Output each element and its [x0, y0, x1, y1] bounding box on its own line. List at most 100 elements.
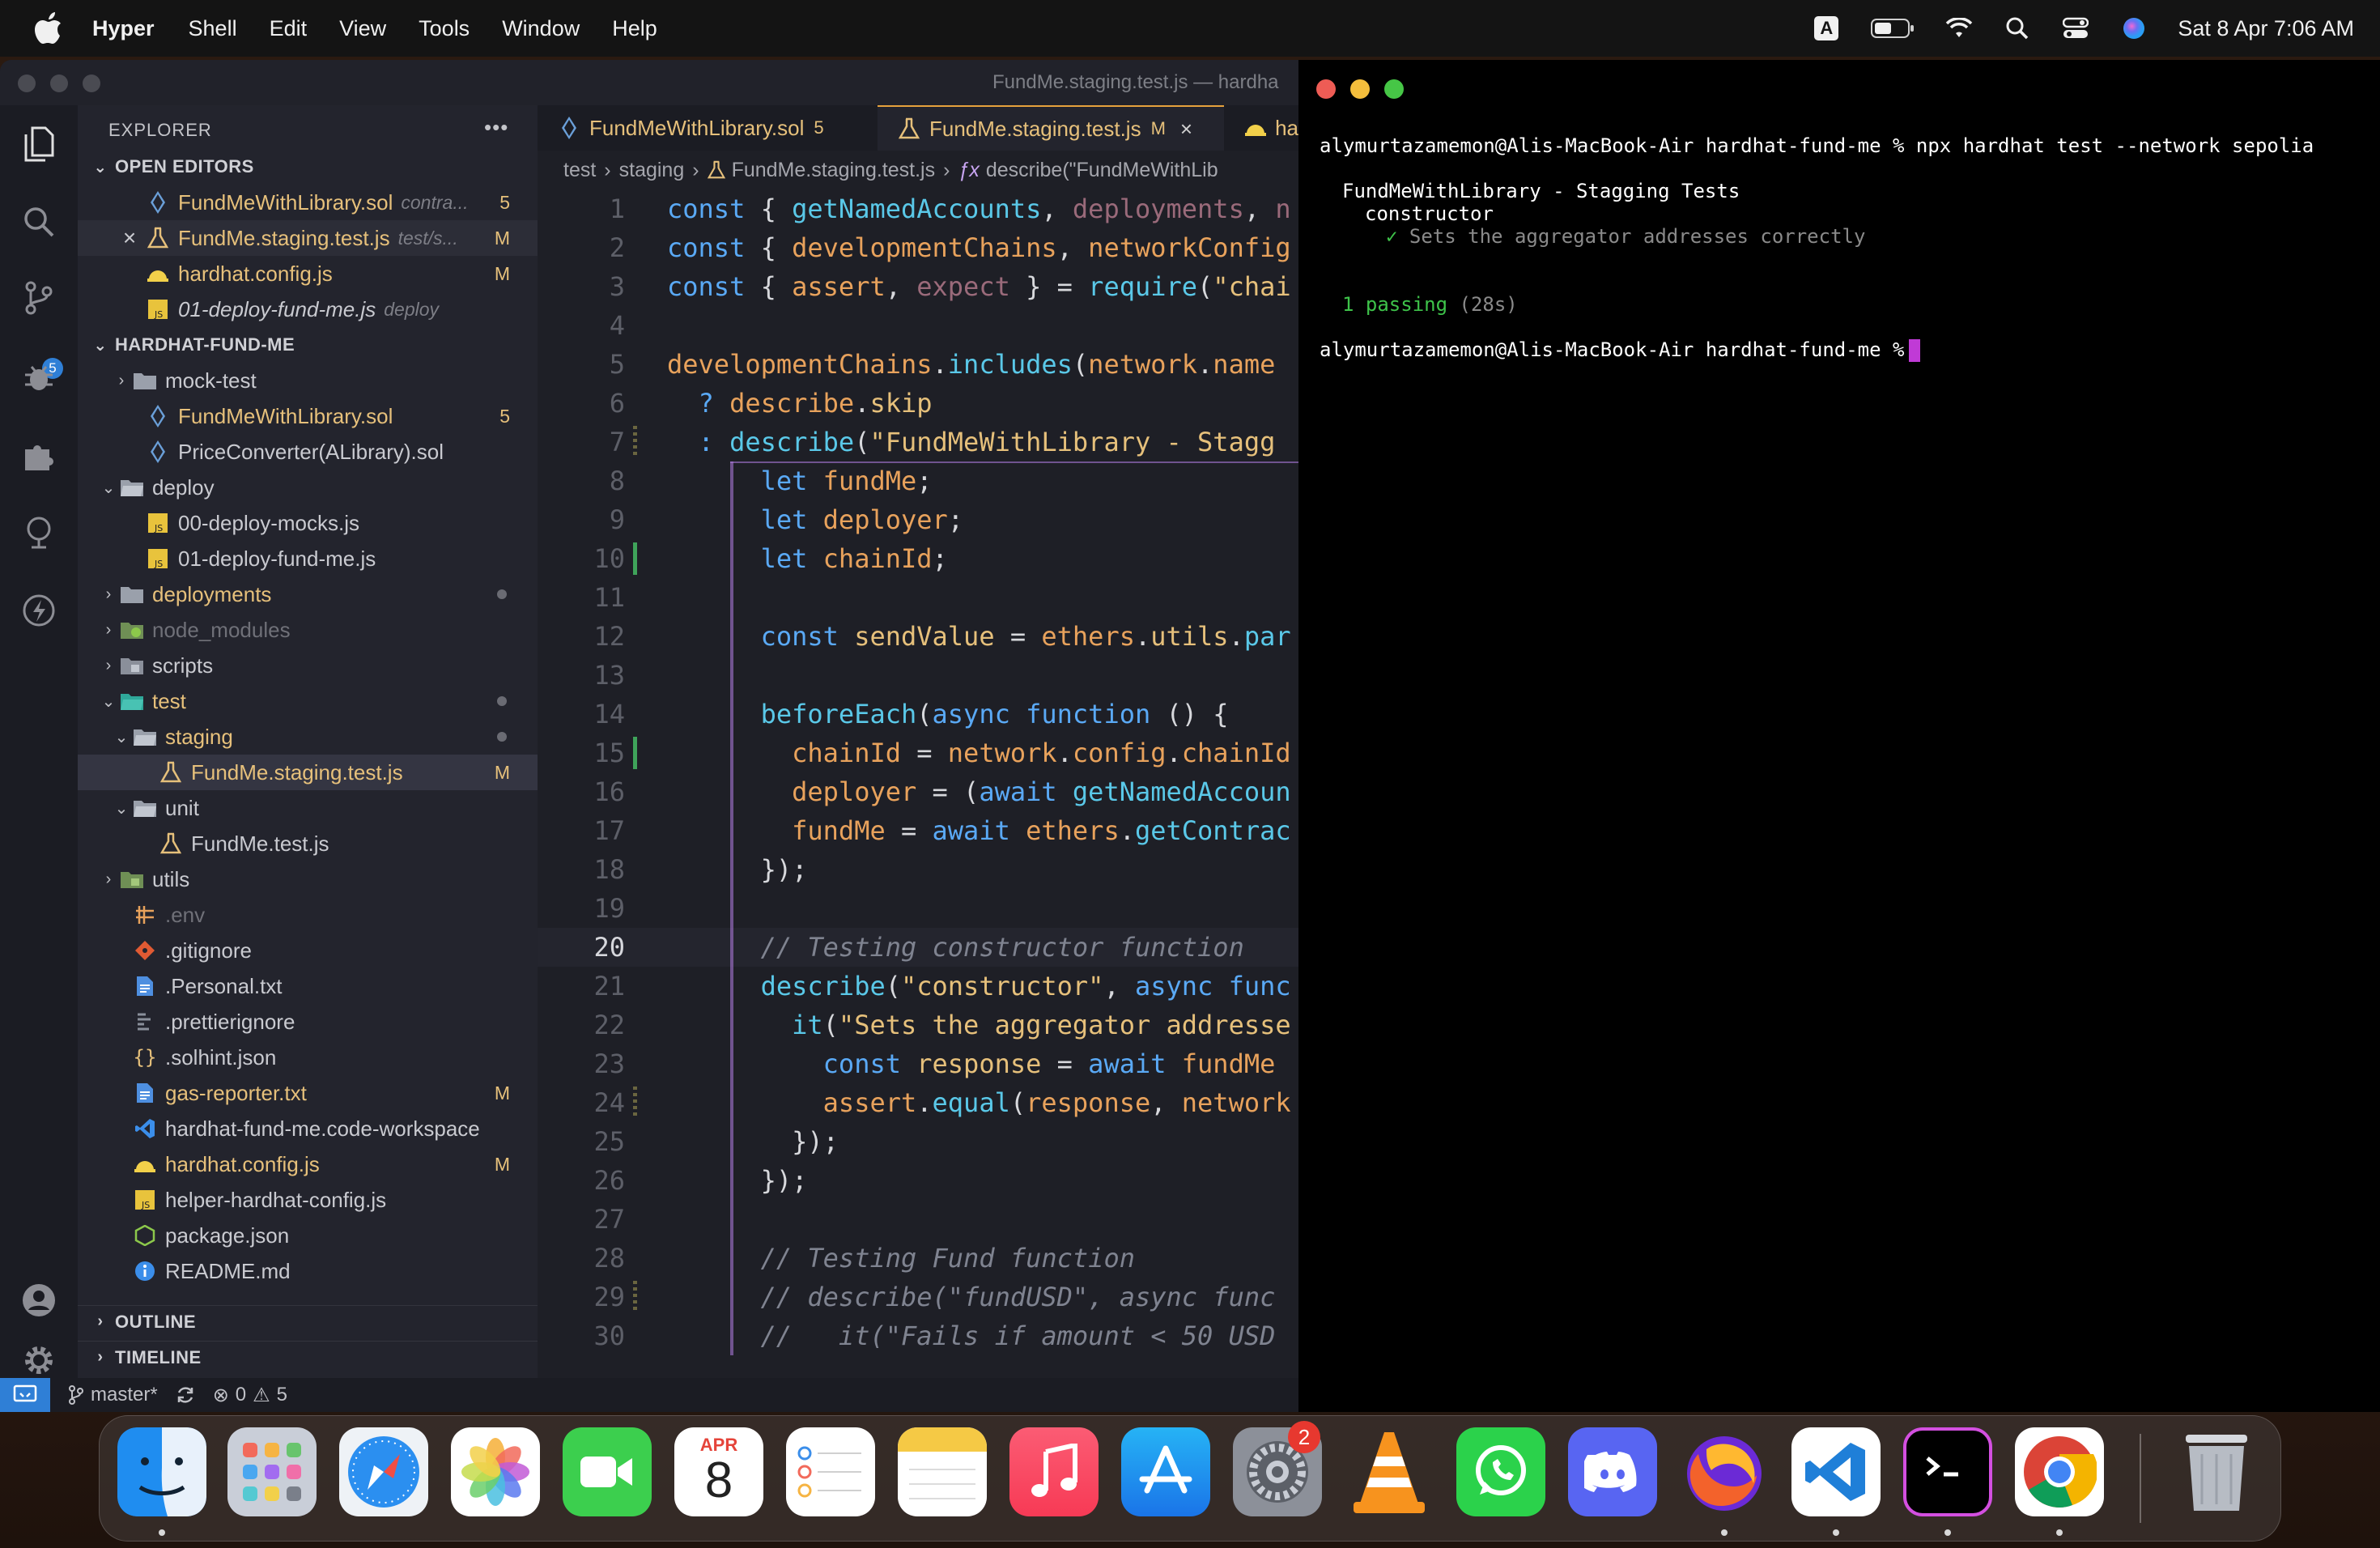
extensions-icon[interactable]	[19, 436, 58, 474]
thunder-client-icon[interactable]	[19, 591, 58, 630]
tree-file[interactable]: .Personal.txt	[78, 968, 538, 1004]
tab-fundmewithlibrary[interactable]: FundMeWithLibrary.sol 5	[538, 105, 878, 151]
tree-file[interactable]: FundMe.test.js	[78, 826, 538, 861]
discord-icon[interactable]	[1568, 1427, 1657, 1516]
tree-file[interactable]: .env	[78, 897, 538, 933]
code-line: : describe("FundMeWithLibrary - Stagg	[698, 427, 1276, 457]
app-store-icon[interactable]	[1121, 1427, 1210, 1516]
tree-folder-unit[interactable]: ⌄ unit	[78, 790, 538, 826]
minimize-window-button[interactable]	[1350, 79, 1370, 99]
more-actions-icon[interactable]: •••	[484, 115, 508, 140]
open-editor-item[interactable]: hardhat.config.js M	[78, 256, 538, 291]
tree-folder-mock-test[interactable]: › mock-test	[78, 363, 538, 398]
outline-section[interactable]: › OUTLINE	[78, 1305, 538, 1337]
breadcrumb-item[interactable]: test	[563, 159, 596, 182]
tree-file[interactable]: FundMeWithLibrary.sol 5	[78, 398, 538, 434]
remote-explorer-icon[interactable]	[19, 513, 58, 552]
tree-file[interactable]: .prettierignore	[78, 1004, 538, 1040]
close-window-button[interactable]	[1316, 79, 1336, 99]
tree-file[interactable]: hardhat.config.js M	[78, 1146, 538, 1182]
launchpad-icon[interactable]	[227, 1427, 317, 1516]
tree-folder-test[interactable]: ⌄ test	[78, 683, 538, 719]
accounts-icon[interactable]	[19, 1281, 58, 1320]
hyper-terminal-window[interactable]: alymurtazamemon@Alis-MacBook-Air hardhat…	[1298, 60, 2380, 1412]
menu-window[interactable]: Window	[502, 16, 580, 41]
run-debug-icon[interactable]	[19, 358, 58, 397]
project-section[interactable]: ⌄ HARDHAT-FUND-ME	[78, 329, 538, 361]
calendar-icon[interactable]: APR 8	[674, 1427, 763, 1516]
notes-icon[interactable]	[898, 1427, 987, 1516]
breadcrumb-item[interactable]: FundMe.staging.test.js	[732, 159, 936, 182]
tree-file[interactable]: package.json	[78, 1218, 538, 1253]
tree-folder-staging[interactable]: ⌄ staging	[78, 719, 538, 755]
close-tab-icon[interactable]: ×	[1180, 117, 1192, 142]
timeline-section[interactable]: › TIMELINE	[78, 1341, 538, 1373]
tab-fundme-staging[interactable]: FundMe.staging.test.js M ×	[878, 105, 1224, 151]
tree-file[interactable]: .gitignore	[78, 933, 538, 968]
tree-file[interactable]: JS 00-deploy-mocks.js	[78, 505, 538, 541]
firefox-icon[interactable]	[1680, 1427, 1769, 1516]
minimize-window-button[interactable]	[50, 74, 68, 92]
hyper-icon[interactable]	[1903, 1427, 1992, 1516]
trash-icon[interactable]	[2172, 1427, 2261, 1516]
tree-file[interactable]: hardhat-fund-me.code-workspace	[78, 1111, 538, 1146]
music-icon[interactable]	[1009, 1427, 1099, 1516]
menu-edit[interactable]: Edit	[270, 16, 308, 41]
whatsapp-icon[interactable]	[1456, 1427, 1545, 1516]
control-center-icon[interactable]	[2061, 14, 2090, 43]
tree-file[interactable]: README.md	[78, 1253, 538, 1289]
apple-menu-icon[interactable]	[28, 7, 70, 49]
open-editors-section[interactable]: ⌄ OPEN EDITORS	[78, 151, 538, 183]
finder-icon[interactable]	[117, 1427, 206, 1516]
breadcrumb-item[interactable]: staging	[619, 159, 685, 182]
vlc-icon[interactable]	[1345, 1427, 1434, 1516]
menu-shell[interactable]: Shell	[189, 16, 237, 41]
safari-icon[interactable]	[339, 1427, 428, 1516]
close-editor-icon[interactable]: ×	[115, 225, 144, 251]
git-branch-status[interactable]: master*	[68, 1384, 158, 1406]
tree-folder-utils[interactable]: › utils	[78, 861, 538, 897]
tree-folder-deployments[interactable]: › deployments	[78, 576, 538, 612]
zoom-window-button[interactable]	[83, 74, 100, 92]
vscode-icon[interactable]	[1791, 1427, 1881, 1516]
tree-file[interactable]: gas-reporter.txt M	[78, 1075, 538, 1111]
tree-file[interactable]: JS helper-hardhat-config.js	[78, 1182, 538, 1218]
explorer-files-icon[interactable]	[19, 125, 58, 164]
tab-hardhat-config[interactable]: ha	[1224, 105, 1298, 151]
search-icon[interactable]	[19, 202, 58, 241]
photos-icon[interactable]	[451, 1427, 540, 1516]
reminders-icon[interactable]	[786, 1427, 875, 1516]
breadcrumb-item[interactable]: describe("FundMeWithLib	[986, 159, 1218, 182]
open-editor-item[interactable]: FundMeWithLibrary.sol contra... 5	[78, 185, 538, 220]
open-editor-item[interactable]: JS 01-deploy-fund-me.js deploy	[78, 291, 538, 327]
code-area[interactable]: 1 const { getNamedAccounts, deployments, …	[538, 189, 1298, 1355]
input-source-icon[interactable]: A	[1812, 14, 1841, 43]
facetime-icon[interactable]	[563, 1427, 652, 1516]
menu-help[interactable]: Help	[612, 16, 657, 41]
tree-folder-node-modules[interactable]: › node_modules	[78, 612, 538, 648]
open-editor-item-active[interactable]: × FundMe.staging.test.js test/s... M	[78, 220, 538, 256]
spotlight-search-icon[interactable]	[2003, 14, 2032, 43]
tree-file-selected[interactable]: FundMe.staging.test.js M	[78, 755, 538, 790]
tree-file[interactable]: {} .solhint.json	[78, 1040, 538, 1075]
sync-icon[interactable]	[176, 1385, 195, 1405]
menu-view[interactable]: View	[339, 16, 386, 41]
tree-folder-scripts[interactable]: › scripts	[78, 648, 538, 683]
tree-folder-deploy[interactable]: ⌄ deploy	[78, 470, 538, 505]
tree-file[interactable]: JS 01-deploy-fund-me.js	[78, 541, 538, 576]
wifi-icon[interactable]	[1944, 14, 1974, 43]
menu-app-name[interactable]: Hyper	[92, 16, 155, 41]
remote-indicator-icon[interactable]	[0, 1378, 50, 1412]
close-window-button[interactable]	[18, 74, 36, 92]
battery-icon[interactable]	[1870, 14, 1915, 43]
problems-status[interactable]: ⊗ 0 ⚠ 5	[213, 1384, 287, 1407]
menu-tools[interactable]: Tools	[419, 16, 470, 41]
zoom-window-button[interactable]	[1384, 79, 1404, 99]
source-control-icon[interactable]	[19, 279, 58, 317]
tree-file[interactable]: PriceConverter(ALibrary).sol	[78, 434, 538, 470]
chrome-icon[interactable]	[2015, 1427, 2104, 1516]
menu-clock[interactable]: Sat 8 Apr 7:06 AM	[2178, 16, 2354, 41]
siri-icon[interactable]	[2119, 14, 2148, 43]
manage-gear-icon[interactable]	[19, 1341, 58, 1380]
code-line: // Testing constructor function	[760, 932, 1244, 963]
